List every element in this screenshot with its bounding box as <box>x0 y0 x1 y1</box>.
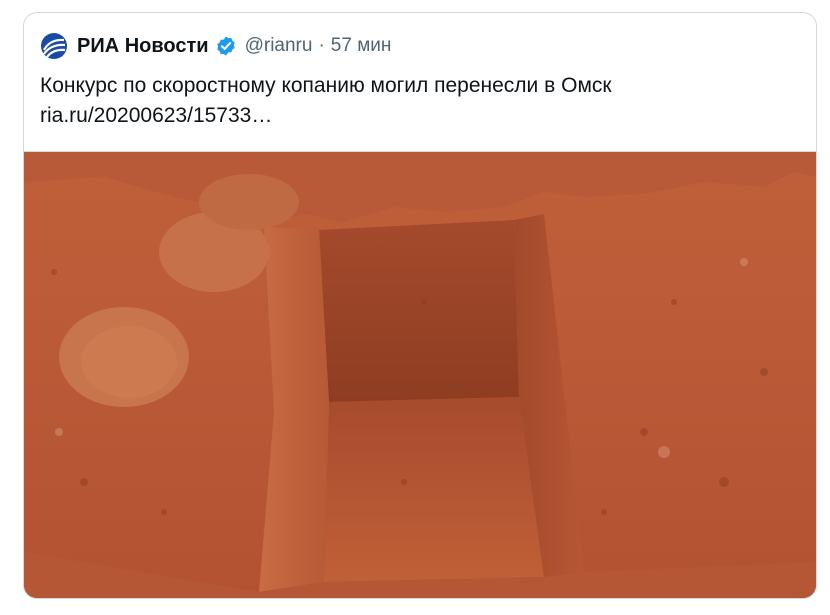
tweet-header: РИА Новости @rianru · 57 мин <box>40 31 391 61</box>
author-handle[interactable]: @rianru <box>245 35 313 57</box>
tweet-text-line: Конкурс по скоростному копанию могил пер… <box>40 74 612 97</box>
ria-logo-icon[interactable] <box>40 32 68 60</box>
verified-badge-icon <box>216 36 235 56</box>
author-name[interactable]: РИА Новости <box>77 35 209 58</box>
tweet-timestamp[interactable]: 57 мин <box>331 35 392 57</box>
tweet-text: Конкурс по скоростному копанию могил пер… <box>40 71 800 131</box>
separator-dot: · <box>318 35 325 56</box>
tweet-card[interactable]: РИА Новости @rianru · 57 мин Конкурс по … <box>23 12 817 599</box>
tweet-media-image[interactable] <box>24 151 816 599</box>
tweet-link[interactable]: ria.ru/20200623/15733… <box>40 101 800 131</box>
